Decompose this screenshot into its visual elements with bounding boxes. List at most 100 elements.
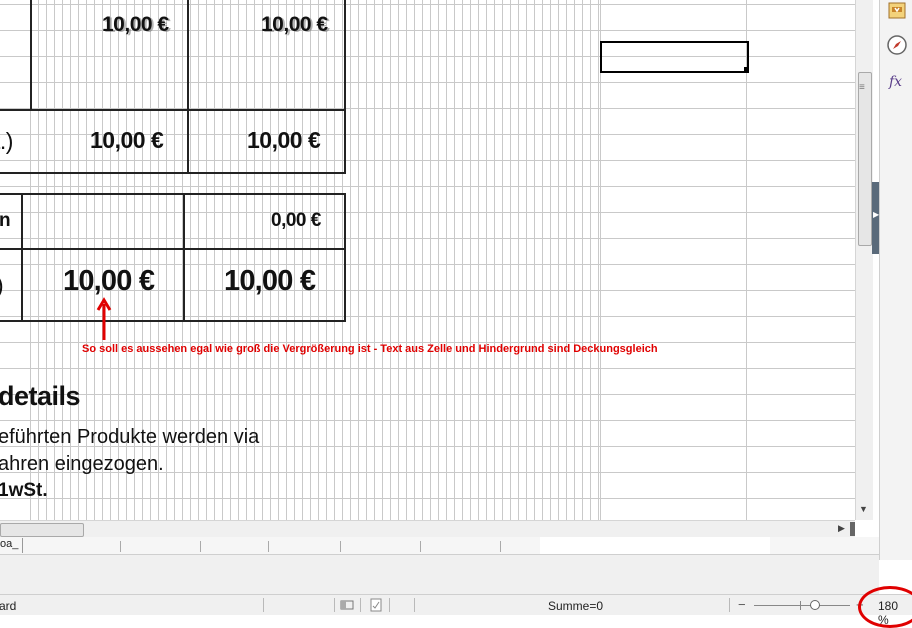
grid-line-vertical <box>294 0 295 520</box>
body-text: eführten Produkte werden via <box>0 426 260 448</box>
vertical-scroll-thumb[interactable] <box>858 72 872 246</box>
status-divider <box>389 598 390 612</box>
sidebar-deck: fx <box>879 0 912 560</box>
grid-line-horizontal <box>0 498 855 499</box>
table-border <box>183 193 185 322</box>
selection-mode-icon[interactable] <box>340 599 354 611</box>
grid-line-vertical <box>746 0 747 520</box>
body-text: 1wSt. <box>0 480 48 501</box>
table-border <box>0 248 346 250</box>
functions-icon[interactable]: fx <box>886 69 908 91</box>
grid-line-horizontal <box>0 82 855 83</box>
grid-line-vertical <box>598 0 599 520</box>
cell-value[interactable]: 10,00 € <box>102 13 169 37</box>
sidebar-toggle[interactable]: ▶ <box>872 182 879 254</box>
status-divider <box>263 598 264 612</box>
cell-value[interactable]: 0,00 € <box>271 210 321 232</box>
row-label-fragment: n <box>0 210 11 231</box>
zoom-slider-handle[interactable] <box>810 600 820 610</box>
status-bar: ard Summe=0 − + 180 % <box>0 594 912 627</box>
grid-line-vertical <box>334 0 335 520</box>
grid-line-horizontal <box>0 420 855 421</box>
grid-line-horizontal <box>0 238 855 239</box>
grid-line-vertical <box>406 0 407 520</box>
grid-line-vertical <box>270 0 271 520</box>
cell-value[interactable]: 10,00 € <box>63 265 155 298</box>
grid-line-vertical <box>558 0 559 520</box>
grid-line-vertical <box>550 0 551 520</box>
zoom-out-button[interactable]: − <box>738 597 746 612</box>
cell-value[interactable]: 10,00 € <box>224 265 316 298</box>
horizontal-scroll-thumb[interactable] <box>0 523 84 537</box>
status-mode[interactable]: ard <box>0 599 16 613</box>
table-border <box>0 320 346 322</box>
grid-line-vertical <box>478 0 479 520</box>
scroll-split-handle[interactable] <box>850 522 855 536</box>
grid-line-vertical <box>390 0 391 520</box>
table-border <box>344 0 346 174</box>
sheet-tab[interactable]: oa_ <box>0 538 24 553</box>
table-border <box>0 109 346 111</box>
cell-value[interactable]: 10,00 € <box>261 13 328 37</box>
status-sum[interactable]: Summe=0 <box>548 599 603 613</box>
cell-value[interactable]: 10,00 € <box>247 127 321 154</box>
grid-line-vertical <box>430 0 431 520</box>
grid-line-vertical <box>302 0 303 520</box>
section-heading: details <box>0 381 81 411</box>
navigator-icon[interactable] <box>886 34 908 56</box>
tab-divider <box>500 541 501 552</box>
grid-line-vertical <box>398 0 399 520</box>
grid-line-vertical <box>342 0 343 520</box>
grip-icon: ≡ <box>859 82 865 93</box>
zoom-highlight-circle <box>858 586 912 628</box>
grid-line-horizontal <box>0 160 855 161</box>
grid-line-vertical <box>574 0 575 520</box>
gallery-icon[interactable] <box>886 0 908 22</box>
table-border <box>21 193 23 322</box>
grid-line-vertical <box>446 0 447 520</box>
body-text: ahren eingezogen. <box>0 453 164 475</box>
grid-line-vertical <box>518 0 519 520</box>
status-divider <box>360 598 361 612</box>
zoom-slider-mark <box>800 601 801 610</box>
row-label-fragment: ) <box>0 272 4 299</box>
cell-value[interactable]: 10,00 € <box>90 127 164 154</box>
grid-line-vertical <box>590 0 591 520</box>
table-border <box>30 0 32 110</box>
grid-line-vertical <box>278 0 279 520</box>
row-label-fragment: t.) <box>0 128 13 154</box>
selected-cell[interactable] <box>600 41 749 73</box>
spreadsheet-area[interactable]: 10,00 € 10,00 € 10,00 € 10,00 € t.) 10,0… <box>0 0 855 520</box>
grid-line-vertical <box>494 0 495 520</box>
table-border <box>344 193 346 322</box>
grid-line-vertical <box>262 0 263 520</box>
grid-line-vertical <box>310 0 311 520</box>
grid-line-vertical <box>510 0 511 520</box>
scroll-right-arrow-icon[interactable]: ▶ <box>838 523 845 534</box>
horizontal-scrollbar[interactable]: ▶ <box>0 520 855 538</box>
grid-line-vertical <box>438 0 439 520</box>
grid-line-vertical <box>382 0 383 520</box>
grid-line-vertical <box>366 0 367 520</box>
vertical-scrollbar[interactable]: ≡ ▼ <box>855 0 873 520</box>
grid-line-vertical <box>286 0 287 520</box>
grid-line-vertical <box>454 0 455 520</box>
grid-line-vertical <box>462 0 463 520</box>
fill-handle[interactable] <box>744 67 749 72</box>
grid-line-vertical <box>526 0 527 520</box>
grid-line-vertical <box>422 0 423 520</box>
grid-line-vertical <box>566 0 567 520</box>
grid-line-vertical <box>414 0 415 520</box>
window-spacer <box>0 555 879 594</box>
document-modified-icon[interactable] <box>369 598 383 612</box>
grid-line-vertical <box>582 0 583 520</box>
grid-line-vertical <box>600 0 601 520</box>
grid-line-vertical <box>374 0 375 520</box>
annotation-text: So soll es aussehen egal wie groß die Ve… <box>82 343 658 355</box>
table-border <box>187 0 189 174</box>
scroll-down-arrow-icon[interactable]: ▼ <box>859 504 868 514</box>
zoom-slider-track[interactable] <box>754 605 850 606</box>
grid-line-horizontal <box>0 394 855 395</box>
grid-line-vertical <box>542 0 543 520</box>
redacted-area <box>540 537 770 554</box>
